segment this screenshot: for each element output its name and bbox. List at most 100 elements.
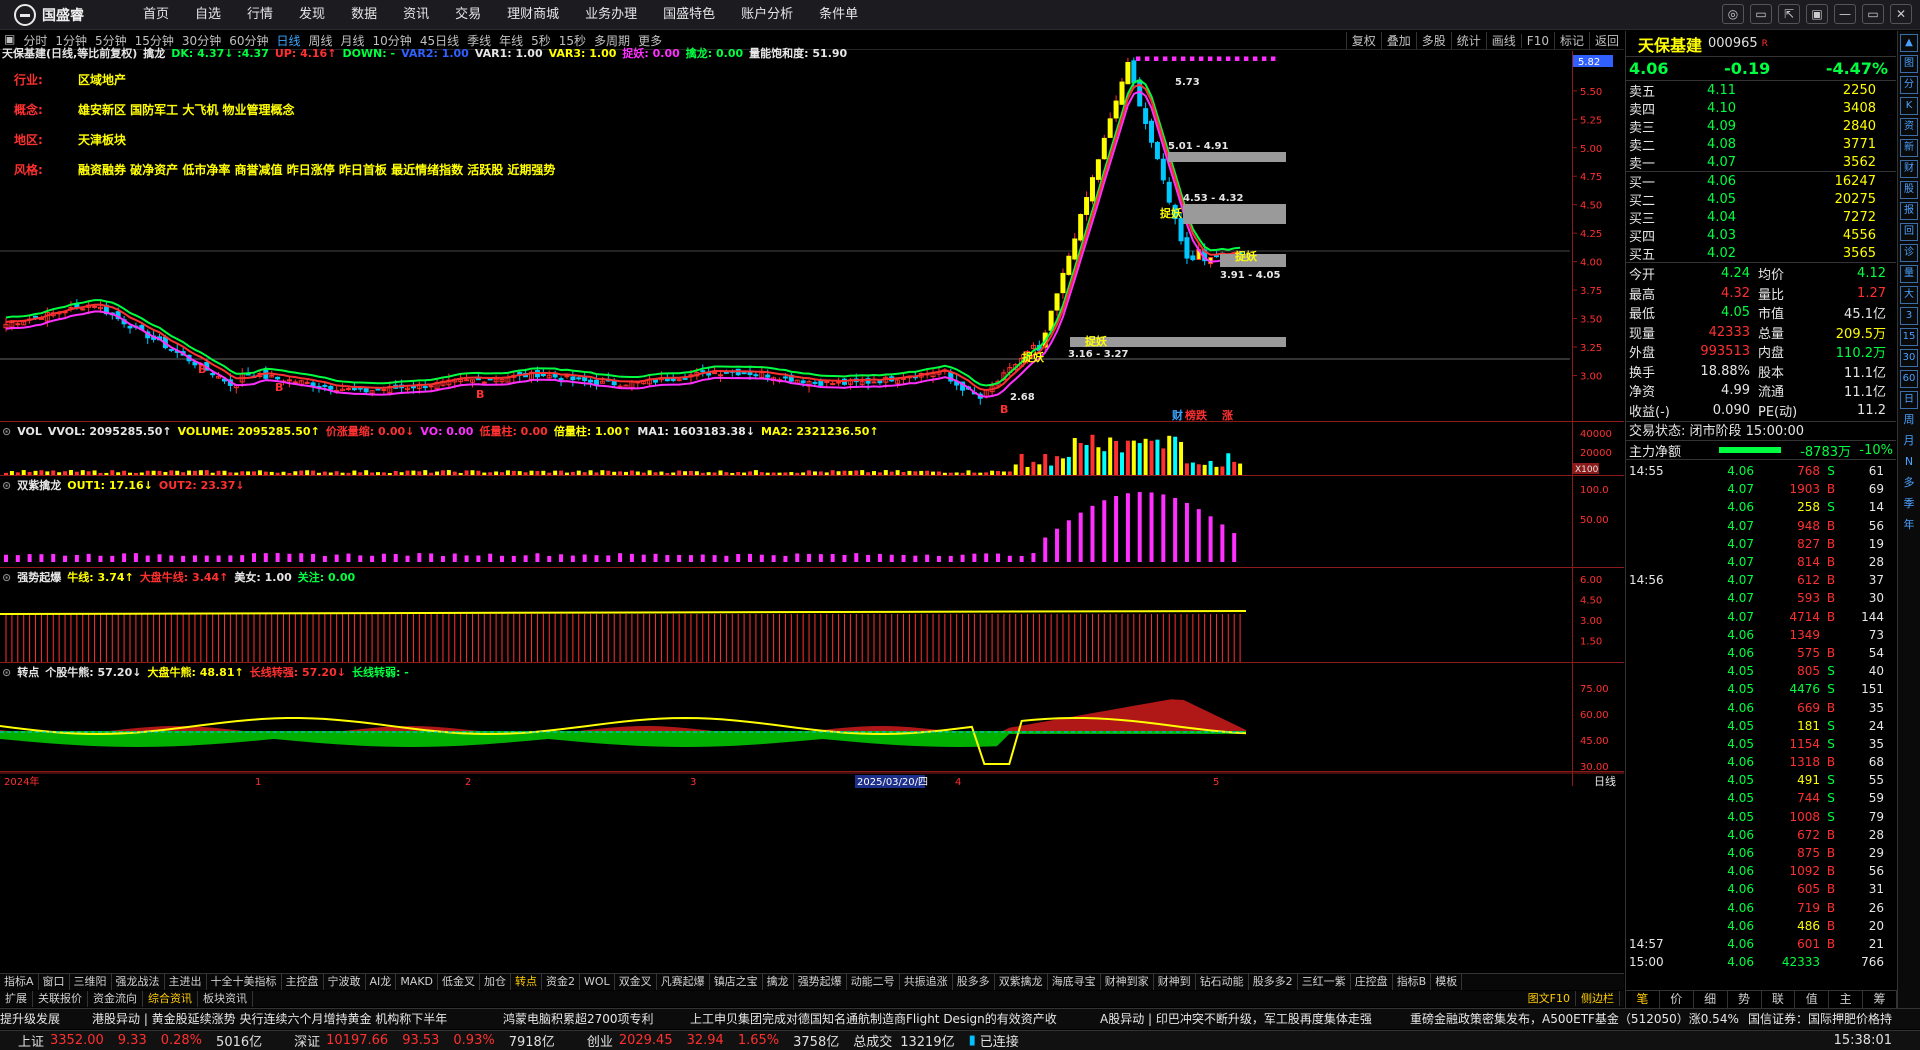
chart-tool-6[interactable]: 标记 [1553,32,1589,49]
indicator-tab-2[interactable]: 三维阳 [70,974,112,990]
side-tool-8[interactable]: 报 [1900,202,1918,220]
quote-tab-5[interactable]: 值 [1795,991,1830,1008]
indicator-tab-13[interactable]: 资金2 [542,974,581,990]
quote-tab-6[interactable]: 主 [1829,991,1864,1008]
zhuandian-title[interactable]: 转点 [17,666,39,679]
quote-tab-0[interactable]: 笔 [1626,991,1660,1008]
side-tool-11[interactable]: 量 [1900,265,1918,283]
window-control-3[interactable]: ▣ [1806,4,1828,24]
window-control-0[interactable]: ◎ [1722,4,1744,24]
indicator-tab-30[interactable]: 庄控盘 [1351,974,1393,990]
indicator-tab-12[interactable]: 转点 [511,974,543,990]
sub-tab-2[interactable]: 资金流向 [88,991,143,1007]
side-tool-7[interactable]: 股 [1900,181,1918,199]
side-tool-2[interactable]: 分 [1900,76,1918,94]
menu-item-1[interactable]: 自选 [182,0,234,30]
indicator-tab-5[interactable]: 十全十美指标 [207,974,282,990]
sh-index-label[interactable]: 上证 [18,1031,44,1050]
side-tool-14[interactable]: 15 [1900,328,1918,346]
qiangshi-title[interactable]: 强势起爆 [17,571,61,584]
menu-item-4[interactable]: 数据 [338,0,390,30]
bids-level-row[interactable]: 买一 4.06 16247 [1626,172,1896,191]
chart-tool-3[interactable]: 统计 [1450,32,1486,49]
side-tool-19[interactable]: 月 [1900,433,1918,451]
sub-tab-4[interactable]: 板块资讯 [198,991,253,1007]
stock-name[interactable]: 天保基建 [1638,32,1702,56]
indicator-tab-25[interactable]: 财神到家 [1101,974,1154,990]
side-tool-6[interactable]: 财 [1900,160,1918,178]
indicator-tab-26[interactable]: 财神到 [1154,974,1196,990]
side-tool-23[interactable]: 年 [1900,517,1918,535]
side-tool-17[interactable]: 日 [1900,391,1918,409]
asks-level-row[interactable]: 卖一 4.07 3562 [1626,153,1896,172]
side-tool-4[interactable]: 资 [1900,118,1918,136]
chart-tool-4[interactable]: 画线 [1485,32,1521,49]
shuangzi-title[interactable]: 双紫擒龙 [17,479,61,492]
side-tool-13[interactable]: 3 [1900,307,1918,325]
vol-title[interactable]: VOL [17,425,42,438]
quote-tab-3[interactable]: 势 [1728,991,1762,1008]
side-tool-18[interactable]: 周 [1900,412,1918,430]
quote-tab-4[interactable]: 联 [1762,991,1796,1008]
side-tool-3[interactable]: K [1900,97,1918,115]
quote-tab-2[interactable]: 细 [1694,991,1728,1008]
window-control-6[interactable]: ✕ [1890,4,1912,24]
shuangzi-settings-icon[interactable]: ⊙ [2,479,11,492]
side-tool-15[interactable]: 30 [1900,349,1918,367]
asks-level-row[interactable]: 卖四 4.10 3408 [1626,99,1896,118]
asks-level-row[interactable]: 卖三 4.09 2840 [1626,117,1896,136]
main-indicator-name[interactable]: 擒龙 [143,47,165,60]
app-logo[interactable]: 国盛睿 [0,3,130,26]
ticker-item-2[interactable]: 鸿蒙电脑积累超2700项专利 [503,1009,654,1029]
ticker-item-4[interactable]: A股异动 | 印巴冲突不断升级，军工股再度集体走强 [1100,1009,1372,1029]
menu-item-6[interactable]: 交易 [442,0,494,30]
indicator-tab-1[interactable]: 窗口 [39,974,70,990]
indicator-tab-32[interactable]: 模板 [1431,974,1463,990]
ticker-item-0[interactable]: 提升级发展 [0,1009,60,1029]
sub-tab-3[interactable]: 综合资讯 [143,991,198,1007]
side-tool-20[interactable]: N [1900,454,1918,472]
menu-item-3[interactable]: 发现 [286,0,338,30]
indicator-tab-27[interactable]: 钻石动能 [1196,974,1249,990]
ticker-item-1[interactable]: 港股异动 | 黄金股延续涨势 央行连续六个月增持黄金 机构称下半年 [92,1009,447,1029]
window-control-4[interactable]: — [1834,4,1856,24]
indicator-tab-10[interactable]: 低金叉 [438,974,481,990]
indicator-tab-29[interactable]: 三红一紫 [1298,974,1351,990]
indicator-tab-28[interactable]: 股多多2 [1249,974,1298,990]
ticker-item-6[interactable]: 国信证券：国际押肥价格持 [1748,1009,1892,1029]
indicator-tab-23[interactable]: 双紫擒龙 [995,974,1048,990]
menu-item-11[interactable]: 条件单 [806,0,871,30]
menu-item-9[interactable]: 国盛特色 [650,0,728,30]
indicator-tab-18[interactable]: 擒龙 [763,974,794,990]
side-tool-1[interactable]: 图 [1900,55,1918,73]
side-tool-0[interactable]: ▲ [1900,34,1918,52]
side-tool-5[interactable]: 新 [1900,139,1918,157]
sub-right-1[interactable]: 侧边栏 [1576,991,1620,1006]
indicator-tab-0[interactable]: 指标A [0,974,39,990]
news-ticker[interactable]: 提升级发展 港股异动 | 黄金股延续涨势 央行连续六个月增持黄金 机构称下半年 鸿蒙… [0,1008,1920,1029]
indicator-tab-16[interactable]: 凡赛起爆 [657,974,710,990]
sz-index-label[interactable]: 深证 [294,1031,320,1050]
window-control-2[interactable]: ⇱ [1778,4,1800,24]
vol-settings-icon[interactable]: ⊙ [2,425,11,438]
quote-tab-1[interactable]: 价 [1660,991,1694,1008]
side-tool-16[interactable]: 60 [1900,370,1918,388]
chart-tool-5[interactable]: F10 [1520,33,1554,48]
window-control-5[interactable]: ▭ [1862,4,1884,24]
side-tool-22[interactable]: 季 [1900,496,1918,514]
indicator-tab-24[interactable]: 海底寻宝 [1048,974,1101,990]
quote-tab-7[interactable]: 筹 [1863,991,1897,1008]
menu-item-7[interactable]: 理财商城 [494,0,572,30]
indicator-tab-21[interactable]: 共振追涨 [900,974,953,990]
ticker-item-3[interactable]: 上工申贝集团完成对德国知名通航制造商Flight Design的有效资产收 [690,1009,1057,1029]
chart-tool-0[interactable]: 复权 [1345,32,1381,49]
indicator-tab-7[interactable]: 宁波敢 [324,974,366,990]
menu-item-8[interactable]: 业务办理 [572,0,650,30]
indicator-tab-4[interactable]: 主进出 [165,974,207,990]
chart-tool-2[interactable]: 多股 [1415,32,1451,49]
menu-item-10[interactable]: 账户分析 [728,0,806,30]
bids-level-row[interactable]: 买四 4.03 4556 [1626,226,1896,245]
indicator-tab-11[interactable]: 加仓 [480,974,512,990]
zhuandian-settings-icon[interactable]: ⊙ [2,666,11,679]
bids-level-row[interactable]: 买二 4.05 20275 [1626,190,1896,209]
